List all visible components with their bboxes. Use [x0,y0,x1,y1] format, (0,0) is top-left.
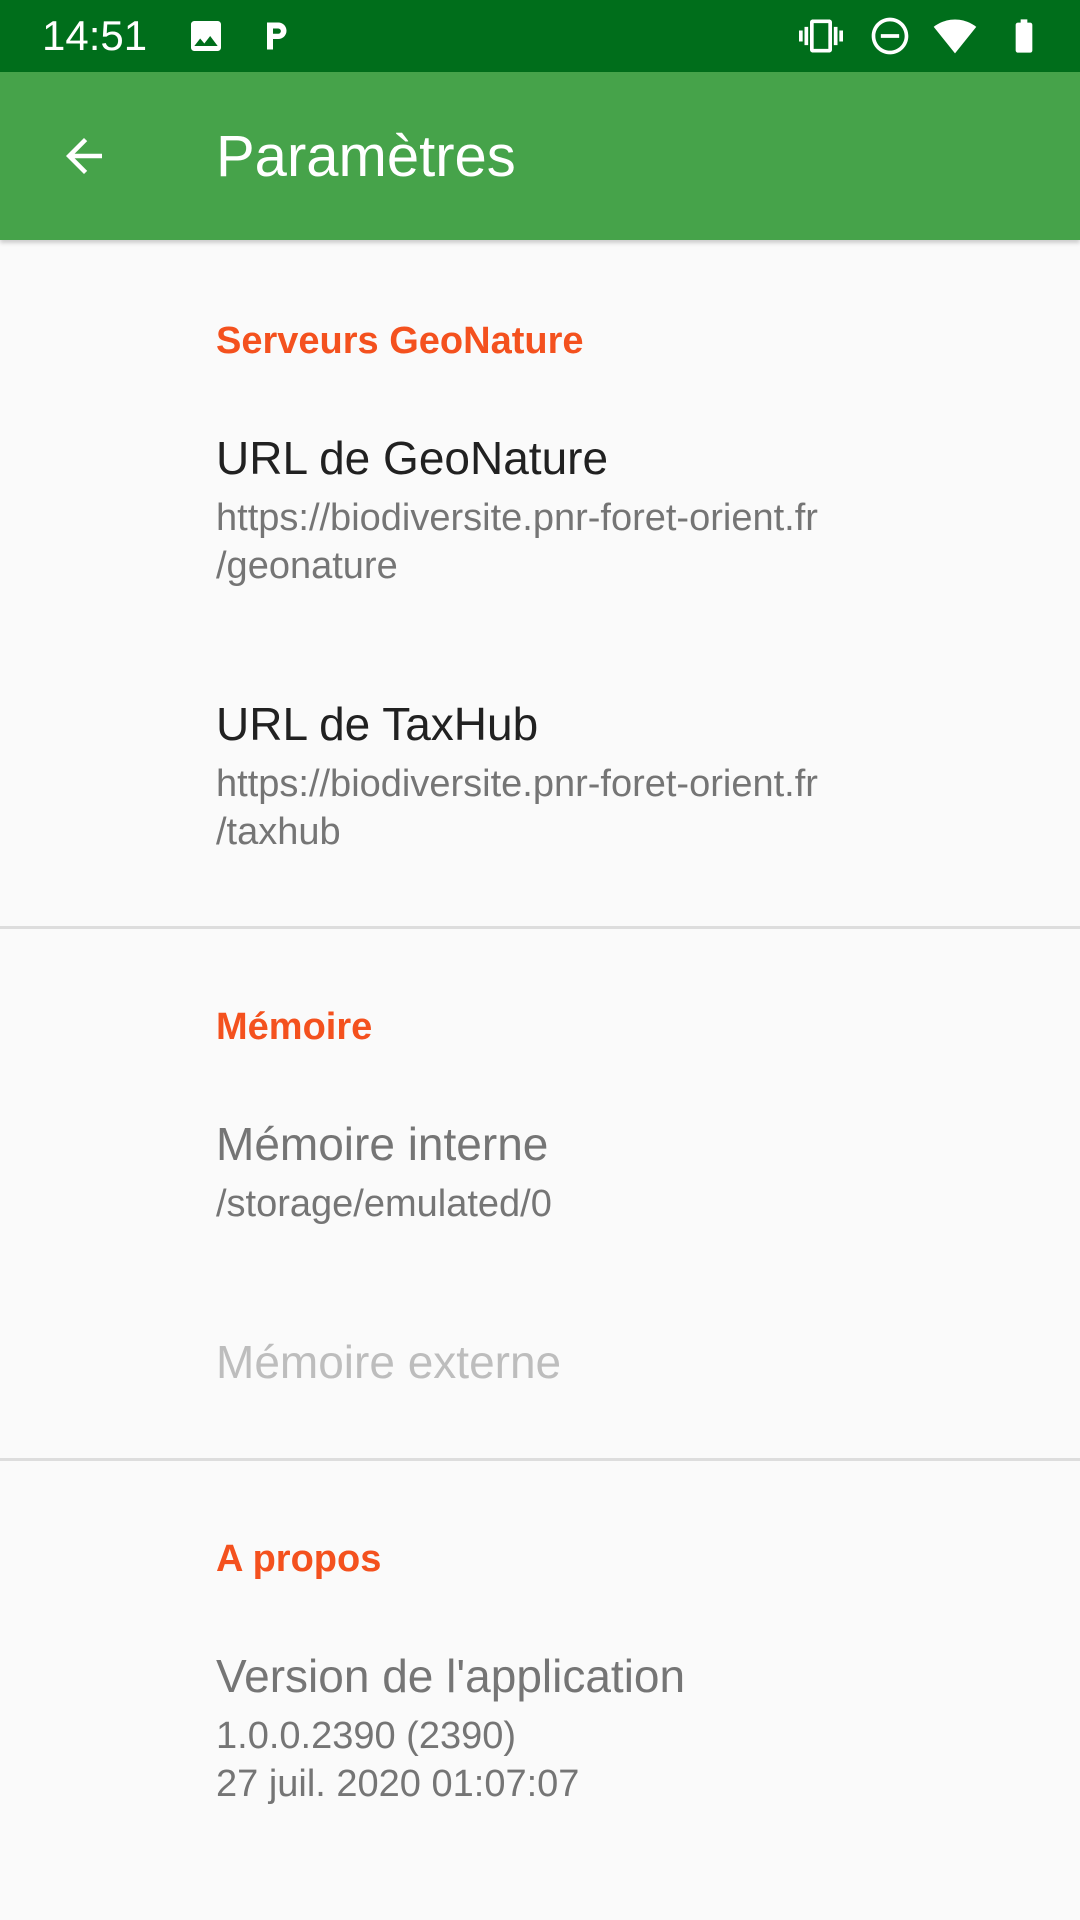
battery-icon [1015,19,1033,53]
parking-p-icon [267,22,287,50]
section-divider [0,926,1080,929]
pref-geonature-url[interactable]: URL de GeoNature https://biodiversite.pn… [0,410,1080,620]
settings-list[interactable]: Serveurs GeoNature URL de GeoNature http… [0,240,1080,1920]
category-memory-title: Mémoire [216,1006,373,1048]
pref-external-memory[interactable]: Mémoire externe [0,1314,1080,1444]
category-servers-title: Serveurs GeoNature [216,320,584,362]
pref-summary: 1.0.0.2390 (2390) 27 juil. 2020 01:07:07 [216,1715,580,1805]
back-button[interactable] [42,114,126,198]
status-time: 14:51 [42,12,148,59]
pref-summary: https://biodiversite.pnr-foret-orient.fr… [216,763,818,853]
pref-internal-memory[interactable]: Mémoire interne /storage/emulated/0 [0,1096,1080,1266]
pref-title: URL de TaxHub [216,698,539,750]
pref-app-version[interactable]: Version de l'application 1.0.0.2390 (239… [0,1628,1080,1838]
image-icon [191,21,221,51]
category-about-title: A propos [216,1538,382,1580]
pref-summary: https://biodiversite.pnr-foret-orient.fr… [216,497,818,587]
pref-title: URL de GeoNature [216,432,609,484]
pref-taxhub-url[interactable]: URL de TaxHub https://biodiversite.pnr-f… [0,676,1080,886]
status-bar: 14:51 [0,0,1080,72]
do-not-disturb-icon [871,17,909,55]
arrow-back-icon [66,138,102,174]
page-title: Paramètres [216,124,516,189]
vibrate-icon [799,19,843,53]
pref-title: Mémoire externe [216,1336,562,1388]
toolbar: Paramètres [0,72,1080,240]
wifi-icon [933,19,977,54]
pref-title: Version de l'application [216,1650,686,1702]
pref-summary: /storage/emulated/0 [216,1183,552,1225]
section-divider [0,1458,1080,1461]
pref-title: Mémoire interne [216,1118,549,1170]
